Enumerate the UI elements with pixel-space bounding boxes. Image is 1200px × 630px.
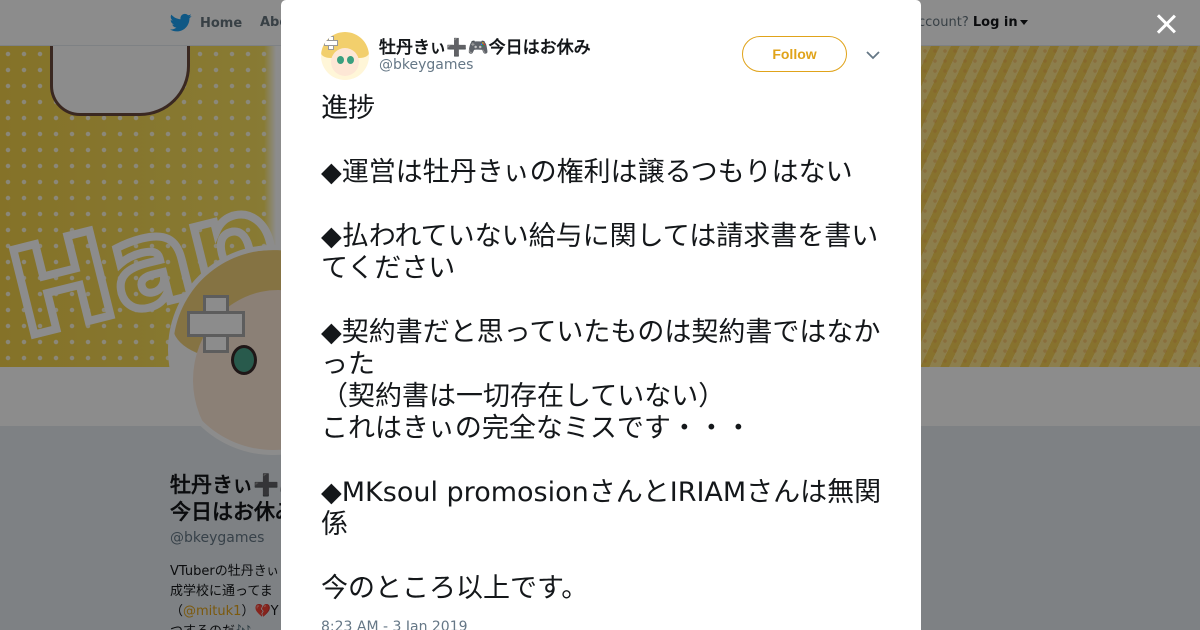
tweet-timestamp[interactable]: 8:23 AM - 3 Jan 2019 <box>321 619 468 630</box>
tweet-modal: 牡丹きぃ➕🎮今日はお休み @bkeygames Follow 進捗 ◆運営は牡丹… <box>281 0 921 630</box>
chevron-down-icon[interactable] <box>865 47 881 63</box>
tweet-text: 進捗 ◆運営は牡丹きぃの権利は譲るつもりはない ◆払われていない給与に関しては請… <box>321 93 882 604</box>
close-icon[interactable] <box>1152 10 1180 38</box>
dpad-icon <box>324 36 338 50</box>
author-handle[interactable]: @bkeygames <box>379 57 473 73</box>
author-avatar[interactable] <box>321 32 369 80</box>
follow-button[interactable]: Follow <box>742 36 847 72</box>
author-name[interactable]: 牡丹きぃ➕🎮今日はお休み <box>379 33 591 58</box>
